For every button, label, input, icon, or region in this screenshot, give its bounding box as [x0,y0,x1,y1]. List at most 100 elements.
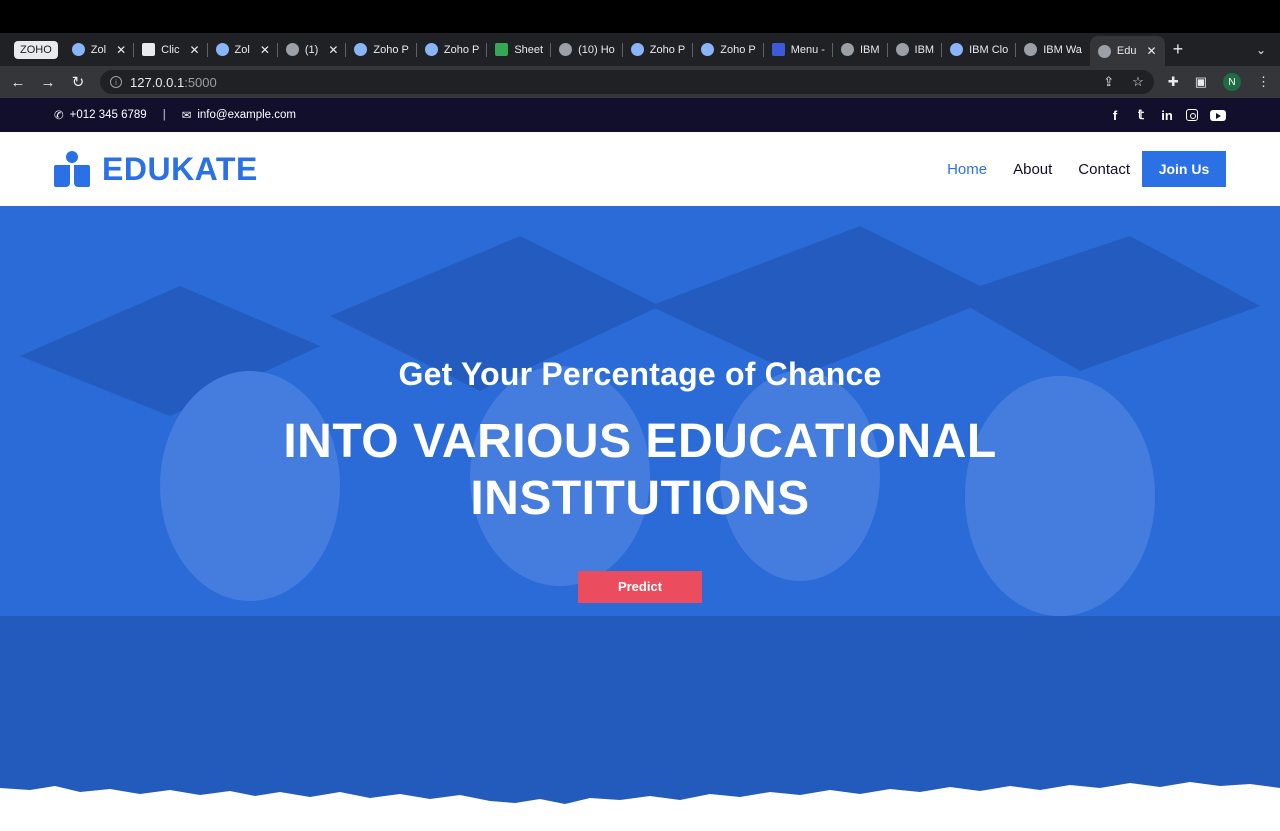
brand-logo[interactable]: EDUKATE [54,151,258,188]
tab-label: IBM Clo [969,43,1009,56]
close-icon[interactable]: ✕ [116,43,126,57]
zoho-people-icon [630,43,644,56]
globe-icon [1097,44,1111,58]
facebook-icon[interactable]: f [1108,108,1122,123]
contact-topbar: ✆ +012 345 6789 | ✉ info@example.com f 𝕥… [0,98,1280,132]
divider: | [162,109,166,121]
tab-ibm-1[interactable]: IBM [833,38,888,62]
site-info-icon[interactable]: i [110,76,122,88]
nav-link-contact[interactable]: Contact [1078,161,1130,178]
tab-label: Clic [161,43,180,56]
hero-subtitle: Get Your Percentage of Chance [398,356,882,392]
tab-menu[interactable]: Menu - [764,38,833,62]
zoho-people-icon [71,43,85,56]
close-icon[interactable]: ✕ [260,43,270,57]
address-bar[interactable]: i 127.0.0.1:5000 ⇪ ☆ [100,70,1154,94]
back-arrow-icon[interactable]: ← [10,74,26,91]
tab-mail-1[interactable]: (1) ✕ [278,38,347,62]
zoho-people-icon [354,43,368,56]
tab-search-chevron-icon[interactable]: ⌄ [1256,43,1266,57]
url-port: :5000 [184,74,217,90]
zoho-people-icon [701,43,715,56]
profile-avatar[interactable]: N [1223,73,1241,91]
github-icon [1024,43,1038,56]
tab-label: (10) Ho [578,43,615,56]
zc-icon [771,43,785,56]
hero-content: Get Your Percentage of Chance INTO VARIO… [0,356,1280,603]
reader-icon [54,151,90,187]
close-icon[interactable]: ✕ [1147,44,1157,58]
zoho-people-icon [215,43,229,56]
extension-area: ✚ ▣ N ⋮ [1168,73,1270,91]
nav-link-about[interactable]: About [1013,161,1052,178]
hero-title-line-2: INSTITUTIONS [470,472,810,525]
tab-ibm-cloud[interactable]: IBM Clo [942,38,1017,62]
share-icon[interactable]: ⇪ [1103,74,1114,90]
url-host: 127.0.0.1 [130,74,185,90]
bookmark-star-icon[interactable]: ☆ [1132,74,1144,90]
join-us-button[interactable]: Join Us [1142,151,1226,187]
tab-sheet[interactable]: Sheet [487,38,551,62]
tab-label: IBM [914,43,935,56]
globe-icon [895,43,909,56]
tab-zoho-people-4[interactable]: Zoho P [417,38,488,62]
window-top-strip [0,0,1280,33]
twitter-icon[interactable]: 𝕥 [1134,107,1148,123]
hero-title: INTO VARIOUS EDUCATIONAL INSTITUTIONS [0,413,1280,527]
extensions-puzzle-icon[interactable]: ✚ [1168,74,1179,90]
tab-zoho-people-2[interactable]: Zol ✕ [208,38,278,62]
tab-label: Edu [1116,45,1137,57]
tab-zoho-people-1[interactable]: Zol ✕ [64,38,135,62]
nav-link-home[interactable]: Home [947,161,987,178]
tab-zoho-people-5[interactable]: Zoho P [623,38,694,62]
mail-icon [285,43,299,56]
reload-icon[interactable]: ↻ [70,73,86,91]
tab-mail-2[interactable]: (10) Ho [551,38,623,62]
tab-label: Zoho P [443,43,480,56]
email-address: info@example.com [197,109,296,121]
tab-label: Menu - [790,43,825,56]
tab-zoho-badge[interactable]: ZOHO [14,40,58,59]
forward-arrow-icon[interactable]: → [40,74,56,91]
tab-zoho-people-6[interactable]: Zoho P [693,38,764,62]
phone-icon: ✆ [54,110,64,122]
tab-label: IBM [859,43,880,56]
close-icon[interactable]: ✕ [328,43,338,57]
browser-tab-strip: ZOHO Zol ✕ Clic ✕ Zol ✕ (1) ✕ Zoho P Zoho P … [0,33,1280,66]
browser-toolbar: ← → ↻ i 127.0.0.1:5000 ⇪ ☆ ✚ ▣ N ⋮ [0,66,1280,98]
tab-label: Zol [234,43,250,56]
tab-edukate-active[interactable]: Edu ✕ [1089,36,1165,66]
tab-zoho-people-3[interactable]: Zoho P [346,38,417,62]
tab-label: IBM Wa [1043,43,1082,56]
close-icon[interactable]: ✕ [189,43,199,57]
browser-menu-icon[interactable]: ⋮ [1257,74,1270,90]
envelope-icon: ✉ [181,110,192,122]
phone-contact[interactable]: ✆ +012 345 6789 [54,108,147,122]
torn-paper-edge [0,782,1280,830]
url-text: 127.0.0.1:5000 [130,75,217,90]
mail-icon [559,43,573,56]
zoho-people-icon [424,43,438,56]
predict-button[interactable]: Predict [578,571,702,603]
email-contact[interactable]: ✉ info@example.com [182,108,296,122]
brand-name: EDUKATE [102,150,258,187]
hero-section: Get Your Percentage of Chance INTO VARIO… [0,206,1280,830]
tab-label: Zoho P [649,43,686,56]
youtube-icon[interactable] [1210,109,1226,121]
tab-label: Zoho P [373,43,409,56]
ibm-cloud-icon [950,43,964,56]
tab-clic[interactable]: Clic ✕ [134,38,208,62]
tab-ibm-2[interactable]: IBM [888,38,943,62]
instagram-icon[interactable] [1186,109,1198,121]
social-links: f 𝕥 in [1108,107,1226,123]
tab-ibm-wa[interactable]: IBM Wa [1016,38,1090,62]
tab-label: (1) [304,43,319,56]
phone-number: +012 345 6789 [69,109,147,121]
side-panel-icon[interactable]: ▣ [1195,74,1207,90]
site-navbar: EDUKATE Home About Contact Join Us [0,132,1280,206]
sheet-icon [495,43,509,56]
tab-label: Zoho P [720,43,756,56]
linkedin-icon[interactable]: in [1160,108,1174,123]
new-tab-button[interactable]: + [1173,39,1184,60]
globe-icon [840,43,854,56]
